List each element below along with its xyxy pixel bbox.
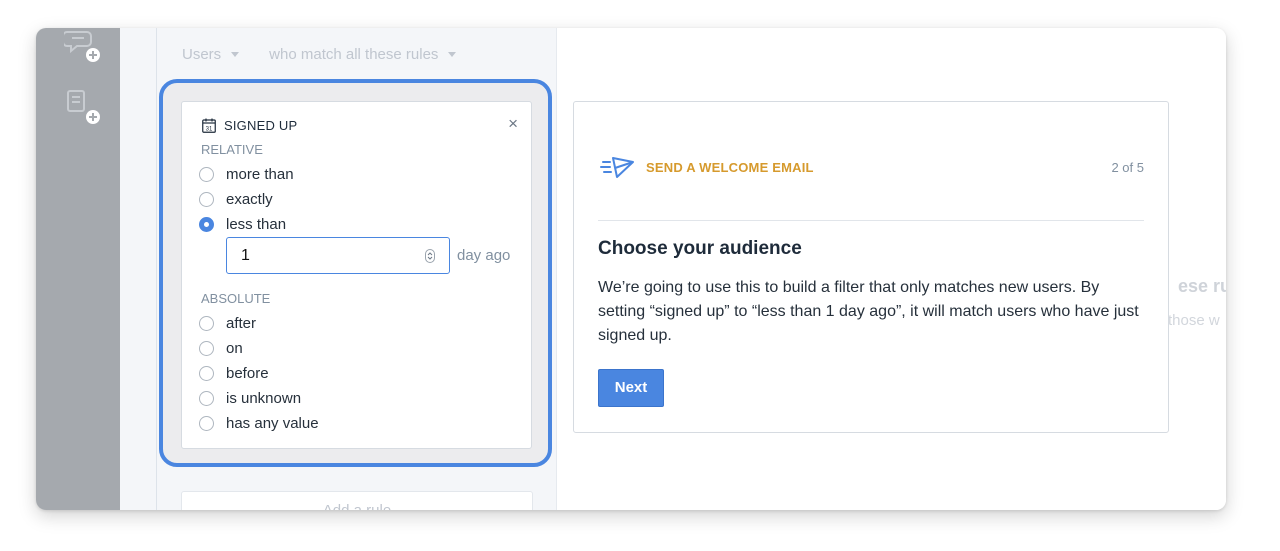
tour-heading: Choose your audience [598, 238, 802, 259]
radio-button[interactable] [199, 391, 214, 406]
tour-body: We’re going to use this to build a filte… [598, 279, 1139, 344]
filter-bar: Users who match all these rules [182, 46, 486, 63]
match-dropdown-label: who match all these rules [269, 46, 439, 63]
radio-button-selected[interactable] [199, 217, 214, 232]
radio-label: before [226, 365, 269, 382]
audience-dropdown[interactable]: Users [182, 46, 240, 63]
radio-label: is unknown [226, 390, 302, 407]
radio-button[interactable] [199, 366, 214, 381]
radio-label: more than [226, 166, 294, 183]
radio-is-unknown[interactable]: is unknown [199, 390, 301, 407]
tour-divider [598, 220, 1144, 221]
amount-unit-label: day ago [457, 247, 511, 264]
radio-button[interactable] [199, 316, 214, 331]
radio-has-any-value[interactable]: has any value [199, 415, 319, 432]
match-dropdown[interactable]: who match all these rules [269, 46, 457, 63]
stepper-icon[interactable] [425, 249, 435, 263]
add-message-icon[interactable] [64, 28, 104, 68]
product-tour-popover: SEND A WELCOME EMAIL 2 of 5 Choose your … [573, 101, 1169, 433]
radio-on[interactable]: on [199, 340, 243, 357]
tour-title: SEND A WELCOME EMAIL [646, 159, 814, 175]
radio-exactly[interactable]: exactly [199, 191, 273, 208]
radio-label: less than [226, 216, 287, 233]
signed-up-rule-card: 31 SIGNED UP × RELATIVE more than exactl… [181, 101, 532, 449]
background-heading-fragment: ese rul [1178, 276, 1226, 296]
rule-card-title: SIGNED UP [224, 118, 298, 133]
radio-label: has any value [226, 415, 319, 432]
left-rail [36, 28, 120, 510]
add-note-icon[interactable] [64, 86, 104, 126]
radio-button[interactable] [199, 167, 214, 182]
calendar-icon: 31 [202, 118, 216, 133]
tour-step-counter: 2 of 5 [1111, 160, 1144, 175]
radio-label: on [226, 340, 243, 357]
paper-plane-icon [600, 157, 634, 178]
radio-button[interactable] [199, 416, 214, 431]
radio-more-than[interactable]: more than [199, 166, 294, 183]
radio-label: exactly [226, 191, 273, 208]
audience-dropdown-label: Users [182, 46, 222, 63]
rule-card-header: 31 SIGNED UP [202, 118, 297, 133]
absolute-section-label: ABSOLUTE [201, 291, 271, 306]
radio-before[interactable]: before [199, 365, 269, 382]
close-icon[interactable]: × [508, 114, 518, 134]
background-text-fragment: those w [1168, 312, 1220, 329]
tour-header: SEND A WELCOME EMAIL [600, 154, 814, 180]
radio-button[interactable] [199, 192, 214, 207]
chevron-down-icon [231, 52, 240, 57]
amount-input[interactable]: 1 [226, 237, 450, 274]
radio-label: after [226, 315, 257, 332]
chevron-down-icon [448, 52, 457, 57]
add-rule-button[interactable]: Add a rule [181, 491, 533, 510]
next-button[interactable]: Next [598, 369, 664, 407]
radio-button[interactable] [199, 341, 214, 356]
radio-less-than[interactable]: less than [199, 216, 286, 233]
column-divider [156, 28, 157, 510]
amount-value: 1 [241, 247, 250, 264]
relative-section-label: RELATIVE [201, 142, 263, 157]
svg-text:31: 31 [206, 127, 213, 133]
radio-after[interactable]: after [199, 315, 256, 332]
